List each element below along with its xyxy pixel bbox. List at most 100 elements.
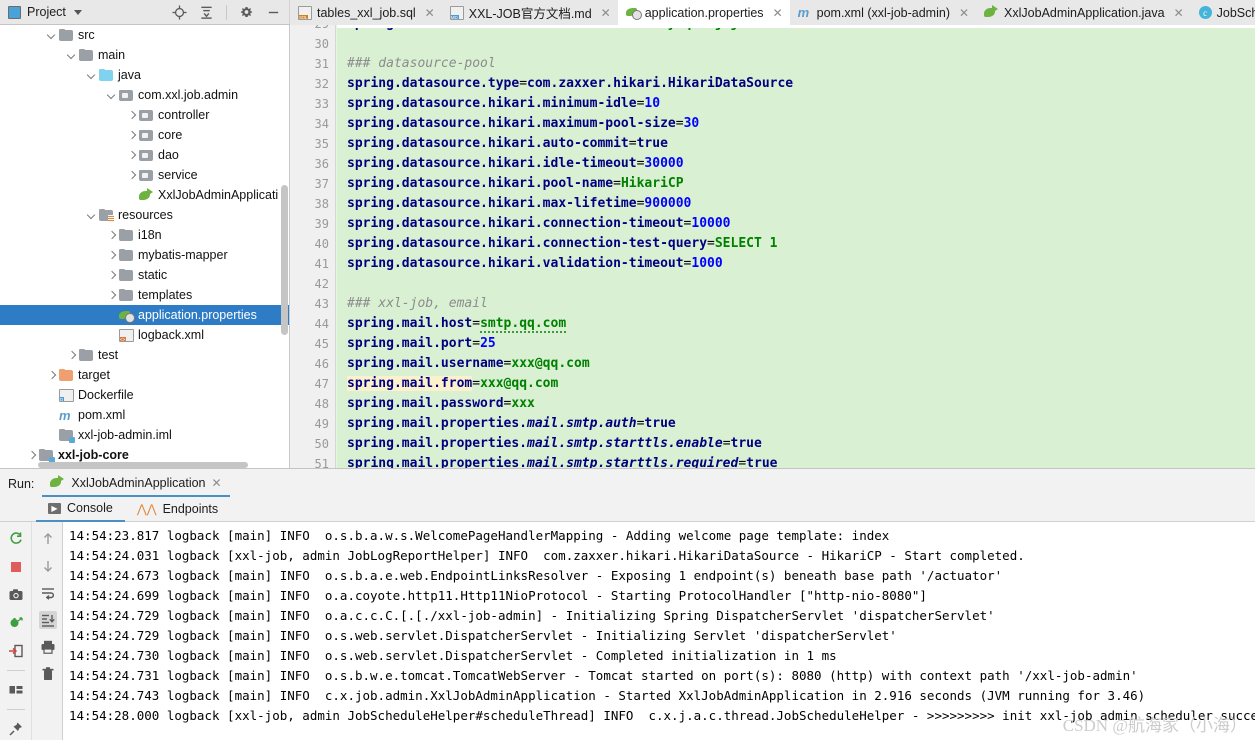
code-line[interactable]: spring.datasource.hikari.connection-time… xyxy=(337,214,1255,234)
soft-wrap-icon[interactable] xyxy=(39,584,57,602)
code-line[interactable] xyxy=(337,34,1255,54)
tree-item-i18n[interactable]: i18n xyxy=(0,225,289,245)
editor-tab-application-properties[interactable]: application.properties ✕ xyxy=(617,0,790,25)
chevron-down-icon[interactable] xyxy=(86,210,97,221)
close-icon[interactable]: ✕ xyxy=(601,6,611,20)
code-line[interactable]: spring.datasource.hikari.auto-commit=tru… xyxy=(337,134,1255,154)
locate-icon[interactable] xyxy=(172,4,187,20)
tree-item-service[interactable]: service xyxy=(0,165,289,185)
code-line[interactable]: spring.mail.properties.mail.smtp.auth=tr… xyxy=(337,414,1255,434)
tree-item-static[interactable]: static xyxy=(0,265,289,285)
code-line[interactable]: spring.mail.from=xxx@qq.com xyxy=(337,374,1255,394)
close-icon[interactable]: ✕ xyxy=(773,6,783,20)
code-line[interactable]: ### xxl-job, email xyxy=(337,294,1255,314)
settings-gear-icon[interactable] xyxy=(239,5,254,20)
code-line[interactable]: spring.mail.username=xxx@qq.com xyxy=(337,354,1255,374)
chevron-right-icon[interactable] xyxy=(126,110,137,121)
tree-item-java[interactable]: java xyxy=(0,65,289,85)
tree-item-xxljobadminapplicati[interactable]: XxlJobAdminApplicati xyxy=(0,185,289,205)
tree-item-core[interactable]: core xyxy=(0,125,289,145)
tree-item-src[interactable]: src xyxy=(0,25,289,45)
scroll-down-icon[interactable] xyxy=(39,557,57,575)
run-config-tab[interactable]: XxlJobAdminApplication ✕ xyxy=(42,473,230,497)
editor-tab-xxljobadminapplication[interactable]: XxlJobAdminApplication.java ✕ xyxy=(976,0,1191,25)
tree-item-mybatis-mapper[interactable]: mybatis-mapper xyxy=(0,245,289,265)
thread-dump-icon[interactable] xyxy=(7,614,25,632)
scroll-to-end-icon[interactable] xyxy=(38,611,57,629)
tree-item-resources[interactable]: resources xyxy=(0,205,289,225)
collapse-all-icon[interactable] xyxy=(199,5,214,20)
chevron-down-icon[interactable] xyxy=(73,9,82,15)
code-editor[interactable]: 29 30 31 32 33 34 35 36 37 38 39 40 41 42 43 44 45 46 47 48… xyxy=(291,25,1255,468)
code-line[interactable]: spring.datasource.hikari.connection-test… xyxy=(337,234,1255,254)
tree-item-label: application.properties xyxy=(138,308,257,322)
chevron-right-icon[interactable] xyxy=(126,170,137,181)
chevron-down-icon[interactable] xyxy=(106,90,117,101)
project-panel-header[interactable]: Project xyxy=(0,0,290,24)
tree-vertical-scrollbar[interactable] xyxy=(281,185,288,335)
chevron-right-icon[interactable] xyxy=(26,450,37,461)
scroll-up-icon[interactable] xyxy=(39,530,57,548)
code-token: 10 xyxy=(644,96,661,111)
tab-endpoints[interactable]: ⋀⋀ Endpoints xyxy=(125,497,230,522)
chevron-right-icon[interactable] xyxy=(46,370,57,381)
tree-item-xxl-job-admin-iml[interactable]: xxl-job-admin.iml xyxy=(0,425,289,445)
code-line[interactable]: spring.mail.properties.mail.smtp.starttl… xyxy=(337,434,1255,454)
chevron-right-icon[interactable] xyxy=(126,130,137,141)
chevron-right-icon[interactable] xyxy=(106,250,117,261)
chevron-right-icon[interactable] xyxy=(106,290,117,301)
tree-item-application-properties[interactable]: application.properties xyxy=(0,305,289,325)
tree-item-com-xxl-job-admin[interactable]: com.xxl.job.admin xyxy=(0,85,289,105)
chevron-right-icon[interactable] xyxy=(106,230,117,241)
trash-icon[interactable] xyxy=(39,665,57,683)
camera-icon[interactable] xyxy=(7,586,25,604)
stop-icon[interactable] xyxy=(7,558,25,576)
editor-tab-pom-xml[interactable]: m pom.xml (xxl-job-admin) ✕ xyxy=(790,0,976,25)
chevron-right-icon[interactable] xyxy=(66,350,77,361)
code-line[interactable]: spring.datasource.hikari.max-lifetime=90… xyxy=(337,194,1255,214)
tree-item-pom-xml[interactable]: m pom.xml xyxy=(0,405,289,425)
code-line[interactable]: ### datasource-pool xyxy=(337,54,1255,74)
editor-tab-md[interactable]: XXL-JOB官方文档.md ✕ xyxy=(442,0,618,25)
chevron-down-icon[interactable] xyxy=(86,70,97,81)
editor-tab-sql[interactable]: tables_xxl_job.sql ✕ xyxy=(290,0,442,25)
editor-tab-jobscheduler[interactable]: c JobSche xyxy=(1191,0,1255,25)
tree-item-dockerfile[interactable]: Dockerfile xyxy=(0,385,289,405)
code-line[interactable]: spring.datasource.hikari.maximum-pool-si… xyxy=(337,114,1255,134)
code-line[interactable]: spring.datasource.hikari.minimum-idle=10 xyxy=(337,94,1255,114)
chevron-down-icon[interactable] xyxy=(46,30,57,41)
tree-item-target[interactable]: target xyxy=(0,365,289,385)
project-tree[interactable]: src main java com.xxl.job.admin controller co… xyxy=(0,25,290,468)
tree-item-dao[interactable]: dao xyxy=(0,145,289,165)
code-line[interactable]: spring.mail.port=25 xyxy=(337,334,1255,354)
code-line[interactable]: spring.datasource.type=com.zaxxer.hikari… xyxy=(337,74,1255,94)
close-icon[interactable]: ✕ xyxy=(1174,6,1184,20)
tab-console[interactable]: ▶ Console xyxy=(36,497,125,522)
tree-item-main[interactable]: main xyxy=(0,45,289,65)
tree-item-logback-xml[interactable]: logback.xml xyxy=(0,325,289,345)
tree-item-templates[interactable]: templates xyxy=(0,285,289,305)
code-line[interactable]: spring.datasource.hikari.validation-time… xyxy=(337,254,1255,274)
close-icon[interactable]: ✕ xyxy=(212,476,222,490)
console-output[interactable]: 14:54:23.817 logback [main] INFO o.s.b.a… xyxy=(63,522,1255,740)
editor-code-area[interactable]: spring.datasource.driver-class-name=com.… xyxy=(337,25,1255,468)
chevron-down-icon[interactable] xyxy=(66,50,77,61)
tree-item-controller[interactable]: controller xyxy=(0,105,289,125)
code-line[interactable]: spring.mail.password=xxx xyxy=(337,394,1255,414)
minimize-icon[interactable] xyxy=(266,5,281,20)
code-line[interactable] xyxy=(337,274,1255,294)
export-icon[interactable] xyxy=(7,642,25,660)
chevron-right-icon[interactable] xyxy=(106,270,117,281)
pin-icon[interactable] xyxy=(7,720,25,738)
close-icon[interactable]: ✕ xyxy=(959,6,969,20)
code-line[interactable]: spring.mail.host=smtp.qq.com xyxy=(337,314,1255,334)
close-icon[interactable]: ✕ xyxy=(425,6,435,20)
code-line[interactable]: spring.datasource.hikari.idle-timeout=30… xyxy=(337,154,1255,174)
layout-icon[interactable] xyxy=(7,681,25,699)
tree-item-test[interactable]: test xyxy=(0,345,289,365)
code-line[interactable]: spring.mail.properties.mail.smtp.starttl… xyxy=(337,454,1255,468)
print-icon[interactable] xyxy=(39,638,57,656)
rerun-icon[interactable] xyxy=(7,530,25,548)
code-line[interactable]: spring.datasource.hikari.pool-name=Hikar… xyxy=(337,174,1255,194)
chevron-right-icon[interactable] xyxy=(126,150,137,161)
